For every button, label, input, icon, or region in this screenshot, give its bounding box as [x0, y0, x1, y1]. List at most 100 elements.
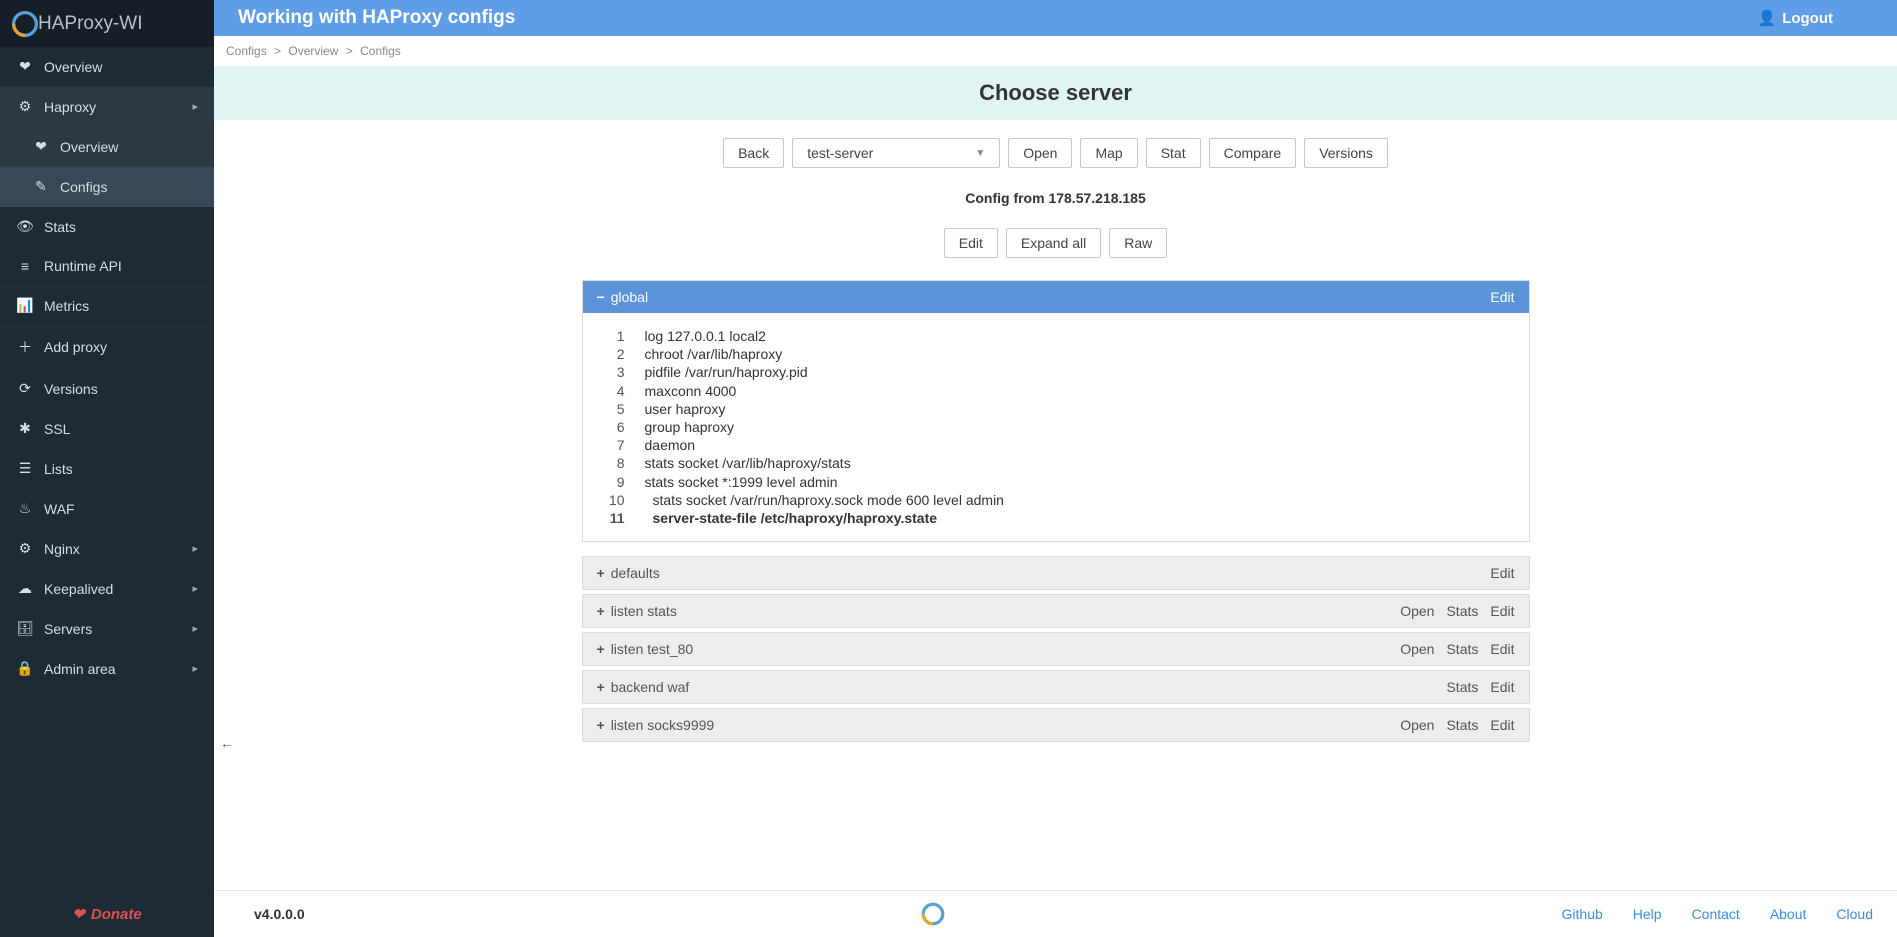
footer-link-contact[interactable]: Contact [1692, 906, 1740, 922]
sidebar-item-haproxy[interactable]: ⚙Haproxy▸ [0, 87, 214, 127]
config-section: +listen test_80OpenStatsEdit [582, 632, 1530, 666]
footer-link-github[interactable]: Github [1562, 906, 1603, 922]
linetext: stats socket /var/run/haproxy.sock mode … [645, 491, 1519, 509]
sidebar-item-label: Versions [44, 381, 198, 397]
server-toolbar: Back test-server ▼ Open Map Stat Compare… [214, 138, 1897, 168]
server-select-dropdown[interactable]: test-server ▼ [792, 138, 1000, 168]
lineno: 7 [593, 436, 645, 454]
sidebar-item-label: Metrics [44, 298, 198, 314]
sidebar-item-stats[interactable]: 👁Stats [0, 207, 214, 247]
chevron-right-icon: ▸ [192, 542, 198, 555]
main-area: Working with HAProxy configs 👤 Logout Co… [214, 0, 1897, 937]
section-name: backend waf [611, 679, 1447, 695]
section-link-stats[interactable]: Stats [1446, 717, 1478, 733]
sidebar-item-label: Configs [60, 179, 198, 195]
sidebar-item-configs[interactable]: ✎Configs [0, 167, 214, 207]
sidebar-item-waf[interactable]: ♨WAF [0, 489, 214, 529]
section-name: global [611, 289, 1491, 305]
sidebar-item-runtime-api[interactable]: ≡Runtime API [0, 247, 214, 286]
breadcrumb-item[interactable]: Overview [288, 44, 338, 58]
config-section: +listen statsOpenStatsEdit [582, 594, 1530, 628]
lineno: 4 [593, 382, 645, 400]
section-links: Open Stats Edit [1400, 717, 1514, 733]
section-header[interactable]: −globalEdit [583, 281, 1529, 313]
config-sections: −globalEdit1log 127.0.0.1 local22chroot … [582, 280, 1530, 742]
sidebar-item-servers[interactable]: 🗄Servers▸ [0, 609, 214, 649]
map-button[interactable]: Map [1080, 138, 1137, 168]
plus-icon: ＋ [16, 337, 34, 357]
sidebar-item-label: Servers [44, 621, 192, 637]
plus-icon: + [597, 603, 605, 619]
section-name: defaults [611, 565, 1491, 581]
donate-button[interactable]: ❤ Donate [72, 905, 141, 923]
server-bars-icon: ≡ [16, 258, 34, 274]
sidebar-item-admin-area[interactable]: 🔒Admin area▸ [0, 649, 214, 689]
sidebar-item-nginx[interactable]: ⚙Nginx▸ [0, 529, 214, 569]
breadcrumb-item[interactable]: Configs [226, 44, 267, 58]
section-links: Open Stats Edit [1400, 603, 1514, 619]
logout-button[interactable]: 👤 Logout [1758, 9, 1834, 27]
section-link-edit[interactable]: Edit [1490, 641, 1514, 657]
section-header[interactable]: +backend wafStatsEdit [583, 671, 1529, 703]
edit-button[interactable]: Edit [944, 228, 998, 258]
sidebar-item-metrics[interactable]: 📊Metrics [0, 286, 214, 326]
compare-button[interactable]: Compare [1209, 138, 1297, 168]
sidebar-collapse-handle[interactable]: ← [214, 733, 240, 753]
lineno: 2 [593, 345, 645, 363]
section-link-stats[interactable]: Stats [1446, 679, 1478, 695]
sidebar-item-label: Nginx [44, 541, 192, 557]
raw-button[interactable]: Raw [1109, 228, 1167, 258]
section-link-stats[interactable]: Stats [1446, 641, 1478, 657]
cloud-icon: ☁ [16, 580, 34, 597]
section-link-open[interactable]: Open [1400, 717, 1434, 733]
plus-icon: + [597, 717, 605, 733]
heart-icon: ❤ [72, 905, 85, 923]
sidebar-item-keepalived[interactable]: ☁Keepalived▸ [0, 569, 214, 609]
content: Choose server Back test-server ▼ Open Ma… [214, 66, 1897, 890]
linetext: user haproxy [645, 400, 1519, 418]
section-link-edit[interactable]: Edit [1490, 565, 1514, 581]
footer-link-cloud[interactable]: Cloud [1836, 906, 1873, 922]
sidebar-item-lists[interactable]: ☰Lists [0, 449, 214, 489]
choose-server-heading: Choose server [214, 66, 1897, 120]
section-header[interactable]: +listen statsOpenStatsEdit [583, 595, 1529, 627]
breadcrumb-item[interactable]: Configs [360, 44, 401, 58]
gear-icon: ✱ [16, 420, 34, 437]
section-header[interactable]: +listen test_80OpenStatsEdit [583, 633, 1529, 665]
breadcrumb: Configs > Overview > Configs [214, 36, 1897, 66]
linetext: daemon [645, 436, 1519, 454]
section-link-edit[interactable]: Edit [1490, 289, 1514, 305]
section-link-open[interactable]: Open [1400, 641, 1434, 657]
section-link-edit[interactable]: Edit [1490, 717, 1514, 733]
sidebar-item-overview[interactable]: ❤Overview [0, 127, 214, 167]
section-link-stats[interactable]: Stats [1446, 603, 1478, 619]
config-section: −globalEdit1log 127.0.0.1 local22chroot … [582, 280, 1530, 542]
sidebar-item-overview[interactable]: ❤Overview [0, 47, 214, 87]
expand-all-button[interactable]: Expand all [1006, 228, 1101, 258]
section-link-edit[interactable]: Edit [1490, 603, 1514, 619]
section-header[interactable]: +defaultsEdit [583, 557, 1529, 589]
sidebar-item-ssl[interactable]: ✱SSL [0, 409, 214, 449]
back-button[interactable]: Back [723, 138, 784, 168]
section-header[interactable]: +listen socks9999OpenStatsEdit [583, 709, 1529, 741]
lineno: 11 [593, 509, 645, 527]
sidebar-item-versions[interactable]: ⟳Versions [0, 369, 214, 409]
sidebar-item-add-proxy[interactable]: ＋Add proxy [0, 326, 214, 369]
section-link-edit[interactable]: Edit [1490, 679, 1514, 695]
code-line: 5user haproxy [593, 400, 1519, 418]
chevron-right-icon: ▸ [192, 100, 198, 113]
lineno: 9 [593, 473, 645, 491]
footer-link-about[interactable]: About [1770, 906, 1807, 922]
linetext: chroot /var/lib/haproxy [645, 345, 1519, 363]
chevron-right-icon: ▸ [192, 582, 198, 595]
stat-button[interactable]: Stat [1146, 138, 1201, 168]
minus-icon: − [597, 289, 605, 305]
footer-link-help[interactable]: Help [1633, 906, 1662, 922]
section-link-open[interactable]: Open [1400, 603, 1434, 619]
sidebar-item-label: Lists [44, 461, 198, 477]
chevron-right-icon: ▸ [192, 622, 198, 635]
sidebar-item-label: Admin area [44, 661, 192, 677]
versions-button[interactable]: Versions [1304, 138, 1388, 168]
open-button[interactable]: Open [1008, 138, 1072, 168]
app-logo[interactable]: HAProxy-WI [0, 0, 214, 47]
